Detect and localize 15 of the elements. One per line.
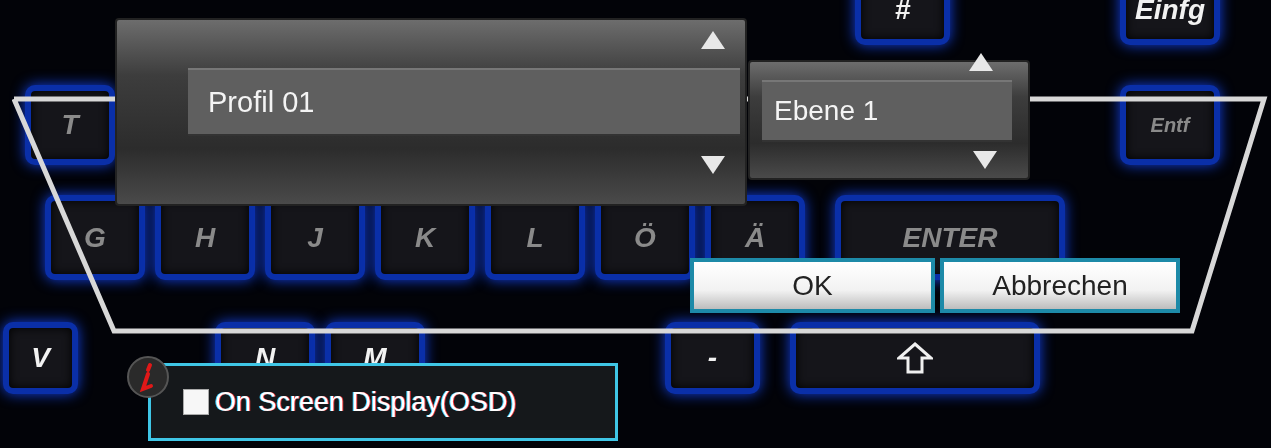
ok-button[interactable]: OK	[690, 258, 935, 313]
keyboard-key: Entf	[1120, 85, 1220, 165]
osd-checkbox[interactable]	[183, 389, 209, 415]
up-arrow-icon[interactable]	[968, 52, 994, 72]
down-arrow-icon[interactable]	[700, 155, 726, 175]
cancel-button[interactable]: Abbrechen	[940, 258, 1180, 313]
profile-field[interactable]: Profil 01	[188, 68, 740, 136]
up-arrow-icon[interactable]	[700, 30, 726, 50]
shift-arrow-icon	[897, 342, 933, 374]
keyboard-key: V	[3, 322, 78, 394]
layer-field[interactable]: Ebene 1	[762, 80, 1012, 142]
keyboard-key: G	[45, 195, 145, 280]
keyboard-key: -	[665, 322, 760, 394]
keyboard-key: #	[855, 0, 950, 45]
down-arrow-icon[interactable]	[972, 150, 998, 170]
